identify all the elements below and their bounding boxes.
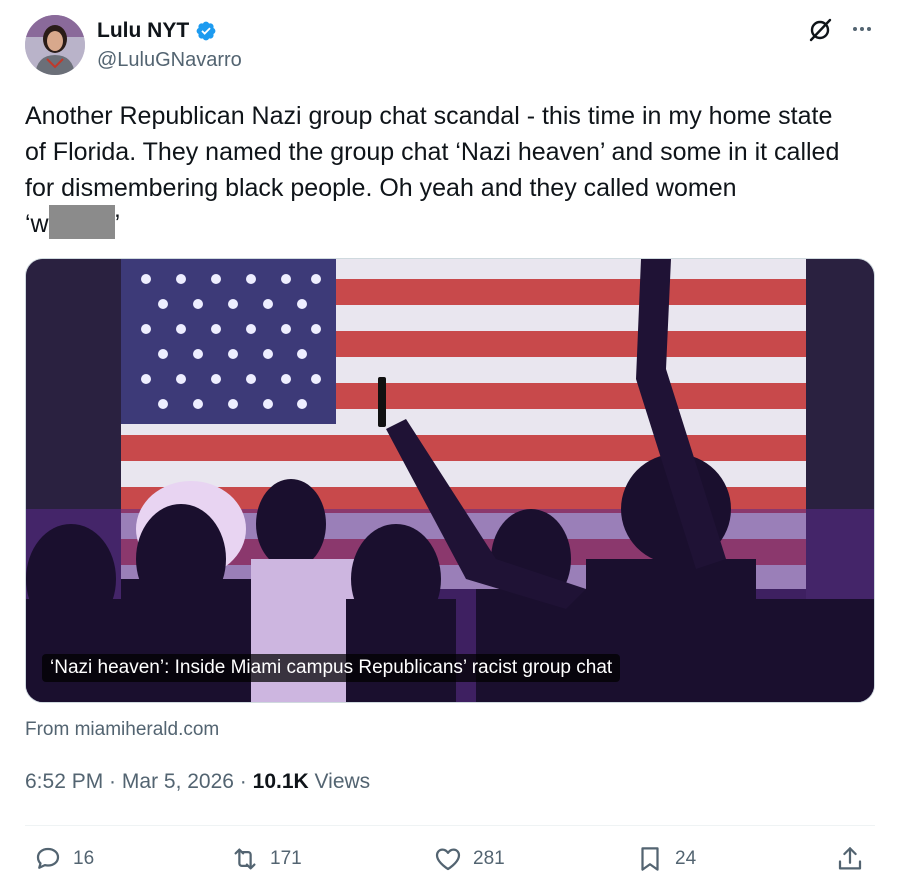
meta-separator: · [233,770,253,793]
verified-badge-icon [196,21,216,41]
tweet-text-line: for dismembering black people. Oh yeah a… [25,174,737,202]
redacted-block [48,205,115,240]
reply-button[interactable]: 16 [33,844,94,874]
tweet-text-line: of Florida. They named the group chat ‘N… [25,138,840,166]
tweet-time-link[interactable]: 6:52 PM · Mar 5, 2026 [25,770,234,793]
repost-count: 171 [270,848,302,869]
divider [25,825,875,826]
tweet-time: 6:52 PM [25,770,104,793]
views-link[interactable]: 10.1K Views [253,770,371,793]
like-button[interactable]: 281 [433,844,505,874]
reply-icon [36,847,60,869]
tweet-text-fragment: ‘w [25,210,49,238]
bookmark-count: 24 [675,848,697,869]
action-bar: 16 171 281 24 [25,844,875,880]
heart-icon [435,848,461,871]
tweet-text-line: Another Republican Nazi group chat scand… [25,102,833,130]
more-options-icon[interactable] [848,15,876,43]
views-count: 10.1K [252,770,309,793]
author-name-row[interactable]: Lulu NYT [97,19,217,43]
tweet-date: Mar 5, 2026 [121,770,234,793]
link-card[interactable]: ‘Nazi heaven’: Inside Miami campus Repub… [25,258,875,703]
card-photo [26,259,874,702]
card-source[interactable]: From miamiherald.com [25,719,219,741]
tweet-text-line: ‘w ’ [25,205,885,242]
card-caption: ‘Nazi heaven’: Inside Miami campus Repub… [42,654,621,682]
share-button[interactable] [835,844,865,874]
avatar[interactable] [25,15,85,75]
tweet-meta: 6:52 PM · Mar 5, 2026 · 10.1K Views [25,770,370,794]
display-name[interactable]: Lulu NYT [97,19,189,43]
views-label: Views [308,770,371,793]
repost-button[interactable]: 171 [230,844,302,874]
meta-separator: · [103,770,122,793]
bookmark-icon [641,847,659,871]
grok-icon[interactable] [806,16,834,44]
bookmark-button[interactable]: 24 [635,844,696,874]
tweet-text: Another Republican Nazi group chat scand… [25,98,885,242]
author-handle[interactable]: @LuluGNavarro [97,49,242,72]
tweet-text-fragment: ’ [114,210,121,238]
share-icon [838,847,862,870]
reply-count: 16 [73,848,95,869]
like-count: 281 [473,848,505,869]
repost-icon [234,848,256,870]
